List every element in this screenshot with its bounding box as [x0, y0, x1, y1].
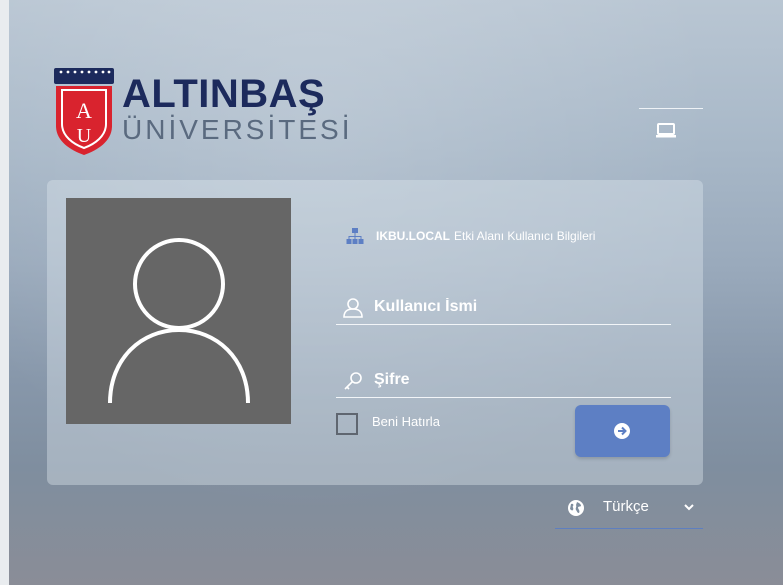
- laptop-icon[interactable]: [655, 120, 677, 140]
- domain-label: Etki Alanı Kullanıcı Bilgileri: [454, 229, 596, 243]
- username-input[interactable]: [374, 290, 664, 324]
- language-label: Türkçe: [603, 498, 649, 515]
- brand-subtitle: ÜNİVERSİTESİ: [122, 114, 353, 145]
- globe-icon: [568, 500, 584, 516]
- language-selector[interactable]: Türkçe: [555, 496, 703, 529]
- avatar: [66, 198, 291, 424]
- user-avatar-icon: [108, 238, 250, 404]
- device-divider: [639, 108, 703, 109]
- network-icon: [346, 228, 364, 244]
- svg-text:U: U: [77, 125, 92, 147]
- university-logo: A U ALTINBAŞ ÜNİVERSİTESİ: [52, 66, 352, 158]
- user-icon: [343, 298, 363, 318]
- key-icon: [344, 372, 362, 390]
- remember-me-label: Beni Hatırla: [372, 413, 440, 429]
- arrow-right-circle-icon: [614, 423, 630, 439]
- username-field[interactable]: [336, 290, 671, 325]
- checkbox-box[interactable]: [336, 413, 358, 435]
- university-shield-logo: A U: [54, 68, 114, 155]
- remember-me-checkbox[interactable]: Beni Hatırla: [336, 413, 440, 435]
- brand-name: ALTINBAŞ: [122, 72, 326, 116]
- sign-in-button[interactable]: [575, 405, 670, 457]
- svg-text:A: A: [76, 98, 92, 123]
- domain-info: IKBU.LOCAL Etki Alanı Kullanıcı Bilgiler…: [346, 224, 595, 248]
- password-input[interactable]: [374, 363, 664, 397]
- chevron-down-icon: [684, 504, 694, 511]
- password-field[interactable]: [336, 363, 671, 398]
- left-edge-strip: [0, 0, 9, 585]
- domain-name: IKBU.LOCAL: [376, 229, 450, 243]
